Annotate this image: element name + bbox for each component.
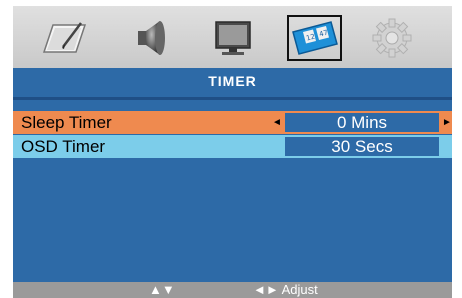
sleep-timer-label: Sleep Timer <box>21 113 112 132</box>
menu-title: TIMER <box>208 73 257 89</box>
menu-row-osd-timer[interactable]: OSD Timer 30 Secs <box>13 135 452 158</box>
sound-icon <box>138 21 165 55</box>
osd-menu: 12 47 TIMER Sleep Timer ◄ 0 Mins ► OSD T… <box>13 6 452 298</box>
left-arrow-icon[interactable]: ◄ <box>272 111 282 134</box>
setup-gear-icon <box>372 18 412 58</box>
menu-icon-bar: 12 47 <box>13 6 452 68</box>
title-divider <box>13 97 452 100</box>
osd-timer-value[interactable]: 30 Secs <box>285 137 439 156</box>
tab-screen[interactable] <box>209 15 257 61</box>
screen-icon <box>215 21 251 55</box>
right-arrow-icon[interactable]: ► <box>442 111 452 134</box>
osd-timer-label: OSD Timer <box>21 137 106 156</box>
adjust-hint: ◄► Adjust <box>253 282 318 297</box>
footer-hints: ▲▼ ◄► Adjust <box>13 282 452 298</box>
tab-sound[interactable] <box>128 15 176 61</box>
picture-icon <box>42 22 87 53</box>
menu-row-sleep-timer[interactable]: Sleep Timer ◄ 0 Mins ► <box>13 111 452 134</box>
sleep-timer-value[interactable]: 0 Mins <box>285 113 439 132</box>
tab-picture[interactable] <box>40 15 88 61</box>
tab-setup[interactable] <box>368 15 416 61</box>
timer-icon: 12 47 <box>291 21 338 55</box>
tab-timer[interactable]: 12 47 <box>287 15 342 61</box>
navigate-hint: ▲▼ <box>149 282 175 297</box>
